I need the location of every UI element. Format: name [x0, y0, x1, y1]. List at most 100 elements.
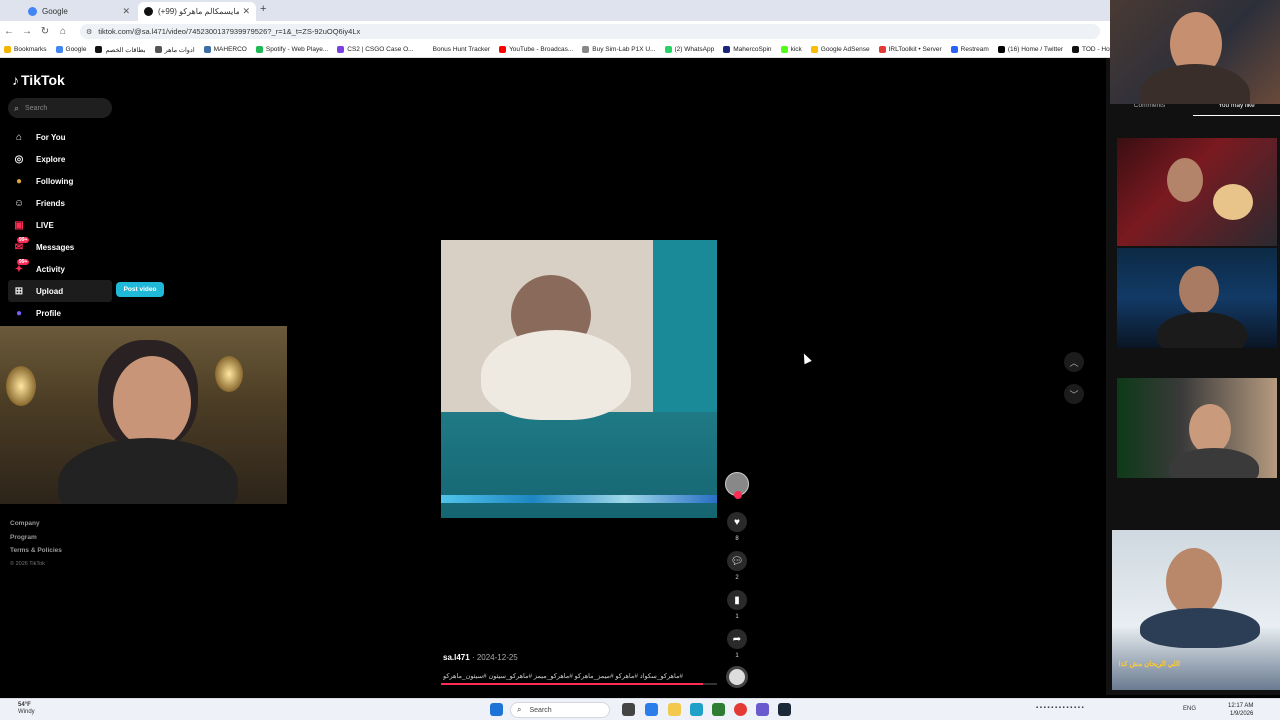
- tiktok-favicon-icon: [144, 7, 153, 16]
- bookmark-label: IRLToolkit • Server: [888, 46, 942, 53]
- bookmark-item[interactable]: TOD - Home: [1072, 46, 1110, 53]
- person-head: [1166, 548, 1222, 616]
- lamp-light: [6, 366, 36, 406]
- tab-you-may-like[interactable]: You may like: [1193, 102, 1280, 116]
- site-info-icon[interactable]: ⚙: [86, 28, 92, 36]
- sidebar-item-following[interactable]: ● Following: [8, 170, 168, 192]
- save-button[interactable]: ▮ 1: [722, 590, 752, 620]
- sidebar-item-friends[interactable]: ☺ Friends: [8, 192, 168, 214]
- chevron-down-icon: ﹀: [1069, 389, 1079, 400]
- close-tab-icon[interactable]: ✕: [122, 6, 130, 17]
- bookmark-item[interactable]: Google: [55, 46, 86, 53]
- sidebar-item-label: Messages: [36, 242, 75, 252]
- webcam-overlay-a: [1117, 138, 1277, 246]
- video-frame-panel: [653, 240, 717, 412]
- close-tab-icon[interactable]: ✕: [242, 6, 250, 17]
- search-icon: ⌕: [517, 705, 522, 714]
- home-icon[interactable]: ⌂: [54, 26, 72, 37]
- bookmark-item[interactable]: Restream: [950, 46, 989, 53]
- comment-button[interactable]: 💬︎ 2: [722, 551, 752, 581]
- footer-link-company[interactable]: Company: [10, 520, 62, 534]
- tab-title: Google: [42, 7, 68, 16]
- video-player[interactable]: [441, 240, 717, 518]
- save-count: 1: [735, 614, 739, 620]
- app-icon[interactable]: [645, 703, 658, 716]
- sidebar-item-live[interactable]: ▣ LIVE: [8, 214, 168, 236]
- taskbar-search-label: Search: [529, 706, 552, 714]
- bookmark-item[interactable]: (16) Home / Twitter: [997, 46, 1063, 53]
- bookmark-item[interactable]: Bookmarks: [4, 46, 47, 53]
- share-button[interactable]: ➦ 1: [722, 629, 752, 659]
- webcam-overlay-c: [1117, 378, 1277, 478]
- sidebar-item-profile[interactable]: ● Profile: [8, 302, 168, 324]
- tiktok-logo[interactable]: ♪ TikTok: [12, 72, 65, 88]
- bookmark-item[interactable]: بطاقات الخصم: [95, 46, 146, 54]
- hashtags[interactable]: #ماهركو_سكواد #ماهركو #ميمز_ماهركو #ماهر…: [443, 672, 723, 680]
- language-indicator[interactable]: ENG: [1183, 706, 1196, 712]
- tab-comments[interactable]: Comments: [1106, 102, 1193, 116]
- like-button[interactable]: ♥ 8: [722, 512, 752, 542]
- reload-icon[interactable]: ↻: [36, 26, 54, 37]
- forward-icon[interactable]: →: [18, 26, 36, 37]
- sidebar-item-label: Following: [36, 176, 74, 186]
- music-disc-icon[interactable]: [726, 666, 748, 688]
- sidebar-item-messages[interactable]: ✉ 99+ Messages: [8, 236, 168, 258]
- clock[interactable]: 12:17 AM 1/9/2026: [1228, 702, 1253, 718]
- home-icon: ⌂: [15, 131, 23, 143]
- steam-icon[interactable]: [778, 703, 791, 716]
- bookmark-item[interactable]: Bonus Hunt Tracker: [422, 46, 490, 53]
- bookmark-item[interactable]: ادوات ماهر: [154, 46, 195, 54]
- bookmark-item[interactable]: MAHERCO: [203, 46, 247, 53]
- back-icon[interactable]: ←: [0, 26, 18, 37]
- task-view-icon[interactable]: [622, 703, 635, 716]
- sidebar-item-activity[interactable]: ✦ 99+ Activity: [8, 258, 168, 280]
- like-count: 8: [735, 536, 739, 542]
- search-input[interactable]: ⌕ Search: [8, 98, 112, 118]
- file-explorer-icon[interactable]: [668, 703, 681, 716]
- post-video-button[interactable]: Post video: [116, 282, 164, 297]
- browser-nav-bar: ← → ↻ ⌂ ⚙ tiktok.com/@sa.l471/video/7452…: [0, 21, 1110, 42]
- sidebar-item-for-you[interactable]: ⌂ For You: [8, 126, 168, 148]
- bookmark-item[interactable]: (2) WhatsApp: [664, 46, 714, 53]
- bookmark-label: (16) Home / Twitter: [1007, 46, 1063, 53]
- chrome-icon[interactable]: [734, 703, 747, 716]
- bookmark-favicon-icon: [997, 46, 1005, 53]
- bookmark-item[interactable]: YouTube - Broadcas...: [499, 46, 573, 53]
- bookmark-item[interactable]: Buy Sim-Lab P1X U...: [582, 46, 656, 53]
- bookmark-item[interactable]: kick: [780, 46, 802, 53]
- discord-icon[interactable]: [756, 703, 769, 716]
- tab-tiktok[interactable]: ماهركو #مايسمكالم ماهركو (99+) ✕: [138, 2, 256, 21]
- person-head: [1213, 184, 1253, 220]
- browser-tab-bar: Google ✕ ماهركو #مايسمكالم ماهركو (99+) …: [0, 0, 1110, 21]
- follow-plus-icon[interactable]: [734, 491, 742, 499]
- app-icon[interactable]: [712, 703, 725, 716]
- clock-time: 12:17 AM: [1228, 703, 1254, 709]
- share-count: 1: [735, 653, 739, 659]
- taskbar-search[interactable]: ⌕ Search: [510, 702, 610, 718]
- tiktok-page: ♪ TikTok ⌕ Search ⌂ For You ◎ Explore ● Follo…: [0, 58, 1110, 695]
- edge-icon[interactable]: [690, 703, 703, 716]
- previous-video-button[interactable]: ︿: [1064, 352, 1084, 372]
- address-bar[interactable]: ⚙ tiktok.com/@sa.l471/video/745230013793…: [80, 24, 1100, 39]
- compass-icon: ◎: [14, 153, 24, 165]
- search-icon: ⌕: [14, 102, 20, 113]
- bookmark-item[interactable]: Spotify - Web Playe...: [255, 46, 328, 53]
- bookmark-item[interactable]: CS2 | CSGO Case O...: [337, 46, 414, 53]
- sidebar-item-explore[interactable]: ◎ Explore: [8, 148, 168, 170]
- system-tray-icons[interactable]: ▪ ▪ ▪ ▪ ▪ ▪ ▪ ▪ ▪ ▪ ▪ ▪ ▪: [1036, 705, 1084, 711]
- person-head: [1167, 158, 1203, 202]
- weather-widget[interactable]: 54°F Windy: [18, 702, 35, 716]
- bookmark-item[interactable]: IRLToolkit • Server: [878, 46, 942, 53]
- author-name[interactable]: sa.l471: [443, 653, 470, 662]
- bookmark-item[interactable]: MahercoSpin: [723, 46, 772, 53]
- video-progress-bar[interactable]: [441, 683, 717, 685]
- footer-link-program[interactable]: Program: [10, 534, 62, 548]
- start-icon[interactable]: [490, 703, 503, 716]
- author-avatar[interactable]: [725, 472, 749, 499]
- tab-google[interactable]: Google ✕: [22, 2, 136, 21]
- footer-link-terms[interactable]: Terms & Policies: [10, 547, 62, 561]
- next-video-button[interactable]: ﹀: [1064, 384, 1084, 404]
- sidebar-item-upload[interactable]: ⊞ Upload: [8, 280, 112, 302]
- new-tab-icon[interactable]: +: [260, 3, 266, 15]
- bookmark-item[interactable]: Google AdSense: [810, 46, 870, 53]
